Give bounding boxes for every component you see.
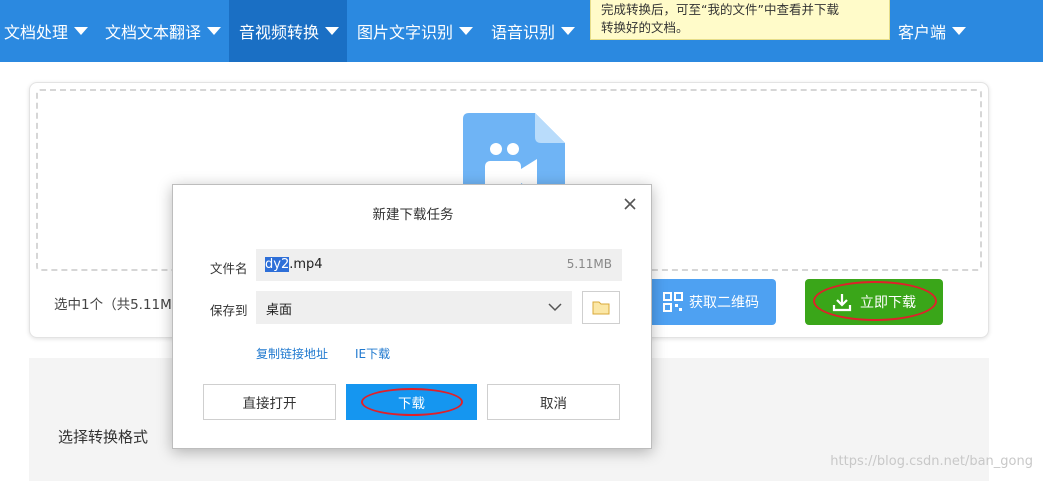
filename-text: dy2.mp4 [265, 257, 323, 272]
caret-down-icon [459, 27, 474, 35]
caret-down-icon [952, 27, 967, 35]
save-to-label: 保存到 [210, 303, 248, 318]
qr-button-label: 获取二维码 [689, 295, 759, 311]
nav-item-label: 图片文字识别 [357, 23, 454, 42]
nav-item-document-processing[interactable]: 文档处理 [4, 0, 89, 62]
nav-item-label: 语音识别 [491, 23, 556, 42]
download-icon [832, 294, 852, 312]
filename-label: 文件名 [210, 261, 248, 276]
save-to-value: 桌面 [266, 303, 293, 318]
download-button[interactable]: 下载 [346, 384, 477, 420]
get-qr-code-button[interactable]: 获取二维码 [646, 279, 776, 325]
chevron-down-icon [548, 303, 562, 312]
nav-item-label: 文档文本翻译 [105, 23, 202, 42]
save-to-select[interactable]: 桌面 [256, 291, 572, 324]
ie-download-link[interactable]: IE下载 [355, 345, 390, 362]
watermark: https://blog.csdn.net/ban_gong [830, 454, 1033, 469]
caret-down-icon [207, 27, 222, 35]
selected-files-summary: 选中1个（共5.11M [54, 297, 172, 313]
new-download-dialog: 新建下载任务 文件名 dy2.mp4 5.11MB 保存到 桌面 复制链接地址 … [172, 184, 652, 449]
nav-item-audio-video-conversion[interactable]: 音视频转换 [229, 0, 347, 62]
file-size: 5.11MB [566, 257, 612, 271]
caret-down-icon [325, 27, 340, 35]
filename-field[interactable]: dy2.mp4 5.11MB [256, 249, 622, 281]
nav-item-image-ocr[interactable]: 图片文字识别 [357, 0, 474, 62]
download-now-label: 立即下载 [860, 295, 916, 311]
nav-item-label: 文档处理 [4, 23, 69, 42]
tooltip-line: 完成转换后，可至“我的文件”中查看并下载 [601, 2, 839, 17]
nav-item-speech-recognition[interactable]: 语音识别 [491, 0, 576, 62]
close-icon[interactable] [621, 195, 639, 213]
nav-item-label: 客户端 [898, 23, 947, 42]
folder-icon [592, 301, 610, 315]
dialog-title: 新建下载任务 [372, 207, 454, 223]
qr-code-icon [663, 292, 683, 312]
filename-selected-text: dy2 [265, 257, 290, 272]
conversion-tooltip: 完成转换后，可至“我的文件”中查看并下载 转换好的文档。 [590, 0, 890, 40]
tooltip-line: 转换好的文档。 [601, 20, 689, 35]
caret-down-icon [561, 27, 576, 35]
download-now-button[interactable]: 立即下载 [805, 279, 943, 325]
browse-folder-button[interactable] [582, 291, 620, 324]
nav-item-document-translation[interactable]: 文档文本翻译 [105, 0, 222, 62]
open-directly-button[interactable]: 直接打开 [203, 384, 336, 420]
nav-item-label: 音视频转换 [239, 23, 320, 42]
filename-extension: .mp4 [289, 257, 323, 272]
cancel-button[interactable]: 取消 [487, 384, 620, 420]
format-section-title: 选择转换格式 [58, 428, 149, 446]
nav-item-client[interactable]: 客户端 [898, 0, 967, 62]
copy-link-address-link[interactable]: 复制链接地址 [256, 345, 328, 362]
caret-down-icon [74, 27, 89, 35]
